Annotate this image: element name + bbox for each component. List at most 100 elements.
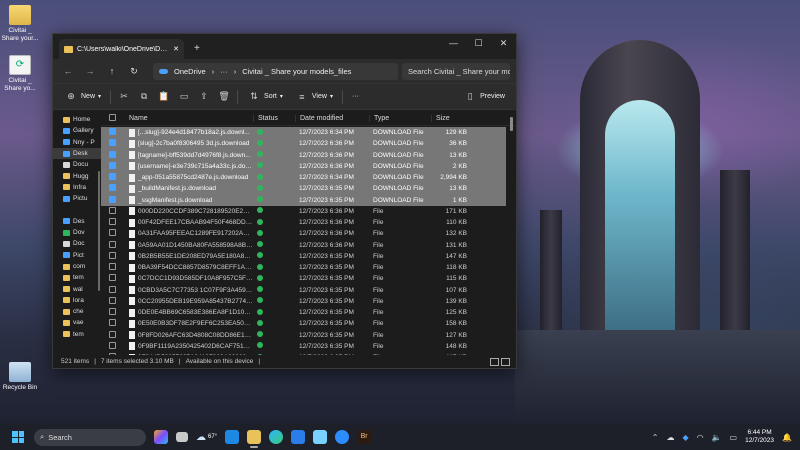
row-checkbox[interactable] [109,184,123,193]
store-icon[interactable] [291,430,306,444]
select-all-checkbox[interactable] [109,113,123,123]
chevron-up-icon[interactable]: ⌃ [652,433,659,442]
file-row[interactable]: [slug]-2c7ba0f8306495 3d.js.download 12/7… [101,138,506,150]
breadcrumb-onedrive[interactable]: OneDrive [174,67,206,76]
file-row[interactable]: 0E50E0B3DF78E2F9EF6C253EA509992... 12/7/2… [101,318,506,329]
row-checkbox[interactable] [109,341,123,351]
sidebar-item[interactable]: che [53,306,101,317]
vertical-scrollbar[interactable] [510,117,513,131]
column-size[interactable]: Size [431,114,471,122]
explorer-tab[interactable]: C:\Users\walki\OneDrive\Desk ✕ [59,39,184,59]
row-checkbox[interactable] [109,274,123,283]
sidebar-item[interactable]: Dov [53,227,101,238]
row-checkbox[interactable] [109,251,123,261]
volume-icon[interactable]: 🔈 [712,433,722,442]
search-input[interactable]: Search Civitai _ Share your mo [402,62,510,80]
file-row[interactable]: [...slug]-924e4d18477b18a2.js.downl... 12… [101,127,506,139]
row-checkbox[interactable] [109,308,123,317]
sidebar-item[interactable]: Infra [53,182,101,193]
file-explorer-icon[interactable] [247,430,262,448]
row-checkbox[interactable] [109,206,123,216]
column-name[interactable]: Name [123,115,253,122]
file-row[interactable]: 0C7DCC1D93D585DF10A8F957C5F02... 12/7/202… [101,273,506,284]
battery-icon[interactable]: ▭ [730,433,738,442]
file-row[interactable]: 0CBD3A5C7C77353 1C07F9F3A459721... 12/7/2… [101,285,506,296]
desktop-icon-html[interactable]: ⟳ Civitai _ Share yo... [0,55,40,93]
row-checkbox[interactable] [109,161,123,171]
taskbar-search[interactable]: ⌕ Search [34,428,146,446]
desktop-icon-folder[interactable]: Civitai _ Share your... [0,5,40,43]
sidebar-item[interactable]: tem [53,272,101,283]
delete-icon[interactable]: 🗑 [217,90,231,104]
vscode-icon[interactable] [225,430,240,444]
sort-button[interactable]: ⇅ Sort ▾ [244,88,286,106]
breadcrumb-current-folder[interactable]: Civitai _ Share your models_files [242,67,351,76]
address-bar[interactable]: OneDrive › ··· › Civitai _ Share your mo… [153,62,398,80]
app-icon[interactable] [335,430,350,444]
row-checkbox[interactable] [109,240,123,250]
share-icon[interactable]: ⇪ [197,90,211,104]
rename-icon[interactable]: ▭ [177,90,191,104]
file-row[interactable]: 0A59AA01D1450BA80FA558598A8BD8... 12/7/20… [101,240,506,251]
sidebar-item[interactable]: com [53,261,101,272]
sidebar-item[interactable]: tem [53,329,101,340]
defender-icon[interactable]: ◆ [682,433,688,442]
desktop-icon-recycle-bin[interactable]: Recycle Bin [0,362,40,392]
row-checkbox[interactable] [109,319,123,328]
sidebar-scrollbar[interactable] [98,171,100,291]
file-row[interactable]: [tagname]-bff539dd7d4976f8.js.down... 12/… [101,149,506,161]
sidebar-item[interactable]: Pictu [53,193,101,204]
close-button[interactable]: ✕ [491,34,516,52]
onedrive-tray-icon[interactable]: ☁ [666,433,674,442]
row-checkbox[interactable] [109,218,123,227]
close-tab-icon[interactable]: ✕ [173,45,179,53]
file-row[interactable]: 0A31FAA95FEEAC1289FE917202A7E2... 12/7/20… [101,228,506,239]
file-row[interactable]: 0BA39F54DCC8857D8579C8EFF1A43... 12/7/202… [101,262,506,273]
refresh-button[interactable]: ↻ [125,63,143,79]
paste-icon[interactable]: 📋 [157,90,171,104]
sidebar-item[interactable]: Nny - P [53,137,101,148]
view-button[interactable]: ≡ View ▾ [292,88,336,106]
back-button[interactable]: ← [59,63,77,79]
sidebar-item[interactable]: Des [53,216,101,227]
copilot-icon[interactable] [154,430,168,444]
sidebar-item[interactable]: Home [53,114,101,125]
file-row[interactable]: 0CC20955DEB19E959A85437B2774A3... 12/7/20… [101,296,506,307]
sidebar-item[interactable]: Pict [53,250,101,261]
weather-widget[interactable]: ☁ 67° [196,432,217,443]
sidebar-item[interactable]: vae [53,317,101,328]
file-row[interactable]: 0DE0E4BB69C6583E386EA8F1D104C49... 12/7/2… [101,307,506,318]
row-checkbox[interactable] [109,128,123,137]
column-type[interactable]: Type [369,114,431,122]
bridge-icon[interactable]: Br [357,430,372,444]
details-view-icon[interactable] [490,357,499,366]
row-checkbox[interactable] [109,195,123,205]
cut-icon[interactable]: ✂ [117,90,131,104]
file-row[interactable]: [username]-e3e739c715a4a33c.js.dow... 12/… [101,160,506,172]
start-button[interactable] [12,431,24,443]
new-button[interactable]: ⊕ New ▾ [61,88,104,106]
up-button[interactable]: ↑ [103,63,121,79]
wifi-icon[interactable]: ◠ [697,433,704,442]
file-row[interactable]: 00F42DFEE17CBAAB94F50F468DDEC... 12/7/202… [101,217,506,228]
breadcrumb-more[interactable]: ··· [220,67,228,76]
row-checkbox[interactable] [109,263,123,272]
file-row[interactable]: _app-051a55875cd2487e.js.download 12/7/20… [101,172,506,184]
maximize-button[interactable]: ☐ [466,34,491,52]
file-row[interactable]: _buildManifest.js.download 12/7/2023 6:35… [101,183,506,195]
forward-button[interactable]: → [81,63,99,79]
row-checkbox[interactable] [109,285,123,295]
minimize-button[interactable]: — [441,34,466,52]
row-checkbox[interactable] [109,229,123,238]
column-status[interactable]: Status [253,114,295,122]
row-checkbox[interactable] [109,296,123,306]
notepad-icon[interactable] [313,430,328,444]
row-checkbox[interactable] [109,173,123,182]
file-row[interactable]: 0F8FD026AFC63D4808C08DD86E1C2... 12/7/202… [101,330,506,341]
notification-bell-icon[interactable]: 🔔 [782,433,792,442]
sidebar-item[interactable]: Desk [53,147,101,160]
tiles-view-icon[interactable] [501,357,510,366]
sidebar-item[interactable]: Gallery [53,125,101,136]
file-row[interactable]: _ssgManifest.js.download 12/7/2023 6:35 P… [101,194,506,206]
copy-icon[interactable]: ⧉ [137,90,151,104]
